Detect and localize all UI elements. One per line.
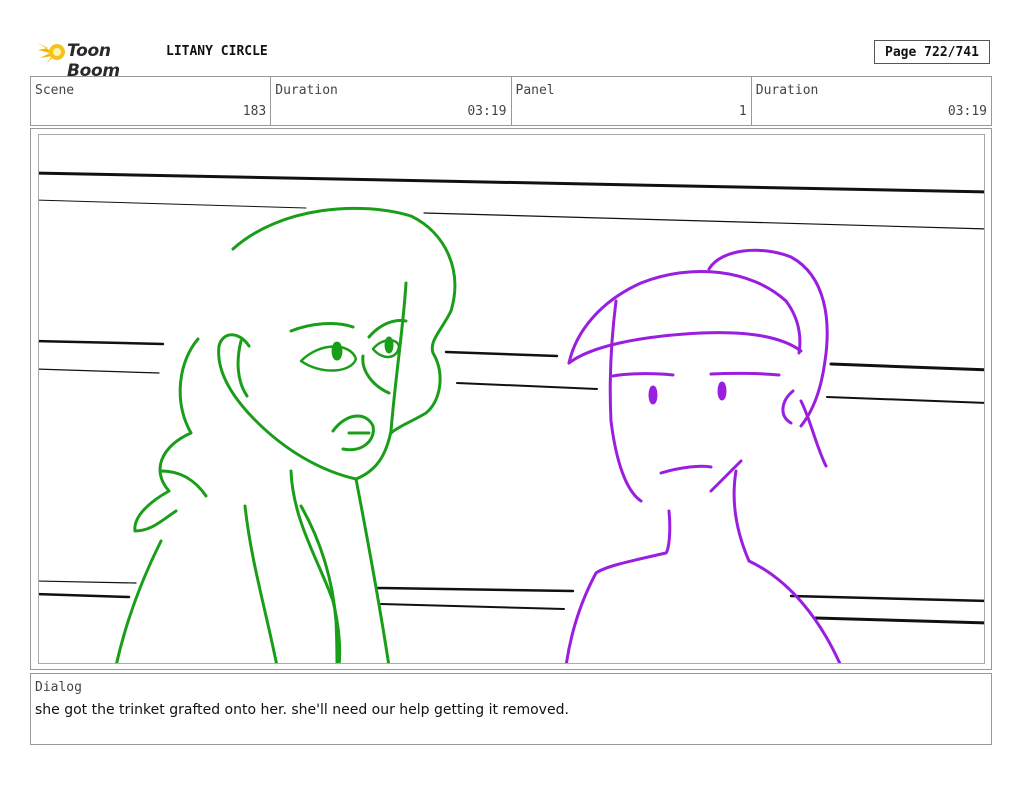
right-character-sketch bbox=[564, 248, 842, 663]
panel-duration-label: Duration bbox=[755, 83, 819, 98]
scene-label: Scene bbox=[35, 83, 75, 98]
scene-duration-value: 03:19 bbox=[467, 104, 507, 119]
panel-sketch bbox=[39, 171, 984, 663]
toon-boom-star-icon bbox=[36, 42, 65, 64]
dialog-text: she got the trinket grafted onto her. sh… bbox=[35, 702, 569, 718]
page-indicator: Page 722/741 bbox=[874, 40, 990, 64]
panel-cell: Panel 1 bbox=[512, 77, 752, 125]
panel-duration-cell: Duration 03:19 bbox=[752, 77, 991, 125]
project-title: LITANY CIRCLE bbox=[166, 44, 268, 59]
scene-value: 183 bbox=[242, 104, 267, 119]
info-row: Scene 183 Duration 03:19 Panel 1 Duratio… bbox=[30, 76, 992, 126]
toon-boom-logo: Toon Boom bbox=[34, 36, 164, 81]
panel-value: 1 bbox=[738, 104, 747, 119]
left-character-sketch bbox=[115, 206, 457, 663]
scene-duration-label: Duration bbox=[275, 83, 338, 98]
panel-duration-value: 03:19 bbox=[947, 104, 987, 119]
dialog-box: Dialog she got the trinket grafted onto … bbox=[30, 673, 992, 745]
scene-cell: Scene 183 bbox=[31, 77, 272, 125]
brand-name: Toon Boom bbox=[67, 41, 120, 81]
dialog-label: Dialog bbox=[35, 680, 82, 695]
scene-duration-cell: Duration 03:19 bbox=[271, 77, 512, 125]
panel-label: Panel bbox=[515, 83, 555, 98]
storyboard-panel bbox=[38, 134, 985, 664]
